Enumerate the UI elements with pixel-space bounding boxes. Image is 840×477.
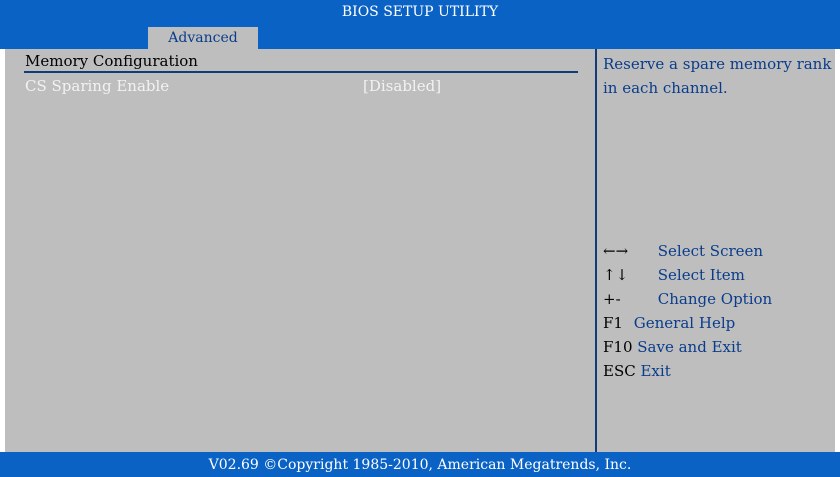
key-desc: Select Screen <box>657 242 764 260</box>
tab-advanced[interactable]: Advanced <box>148 27 258 49</box>
bios-title: BIOS SETUP UTILITY <box>341 4 499 20</box>
up-down-arrows-icon: ↑↓ <box>603 266 629 284</box>
key-desc: Save and Exit <box>637 338 742 356</box>
f10-key: F10 <box>603 338 633 356</box>
f1-key: F1 <box>603 314 623 332</box>
key-desc: General Help <box>633 314 736 332</box>
key-row-change-option: +- Change Option <box>603 287 833 311</box>
key-desc: Exit <box>640 362 671 380</box>
title-bar: BIOS SETUP UTILITY Advanced <box>0 0 840 49</box>
section-title: Memory Configuration <box>25 52 198 70</box>
key-legend: ←→ Select Screen ↑↓ Select Item +- Chang… <box>603 239 833 383</box>
section-divider <box>24 71 578 73</box>
status-bar: V02.69 ©Copyright 1985-2010, American Me… <box>0 452 840 477</box>
key-row-exit: ESC Exit <box>603 359 833 383</box>
left-right-arrows-icon: ←→ <box>603 242 629 260</box>
copyright-text: V02.69 ©Copyright 1985-2010, American Me… <box>208 457 632 473</box>
settings-pane: Memory Configuration CS Sparing Enable [… <box>5 49 595 452</box>
key-desc: Change Option <box>657 290 773 308</box>
plus-minus-key: +- <box>603 290 621 308</box>
main-panel: Memory Configuration CS Sparing Enable [… <box>5 49 835 452</box>
option-value[interactable]: [Disabled] <box>363 77 441 95</box>
key-desc: Select Item <box>657 266 745 284</box>
help-text: Reserve a spare memory rank in each chan… <box>603 55 832 97</box>
key-row-save-exit: F10 Save and Exit <box>603 335 833 359</box>
option-cs-sparing-enable[interactable]: CS Sparing Enable [Disabled] <box>25 77 580 95</box>
option-label: CS Sparing Enable <box>25 77 170 95</box>
key-row-general-help: F1 General Help <box>603 311 833 335</box>
esc-key: ESC <box>603 362 636 380</box>
key-row-select-screen: ←→ Select Screen <box>603 239 833 263</box>
help-pane: Reserve a spare memory rank in each chan… <box>597 49 835 452</box>
key-row-select-item: ↑↓ Select Item <box>603 263 833 287</box>
